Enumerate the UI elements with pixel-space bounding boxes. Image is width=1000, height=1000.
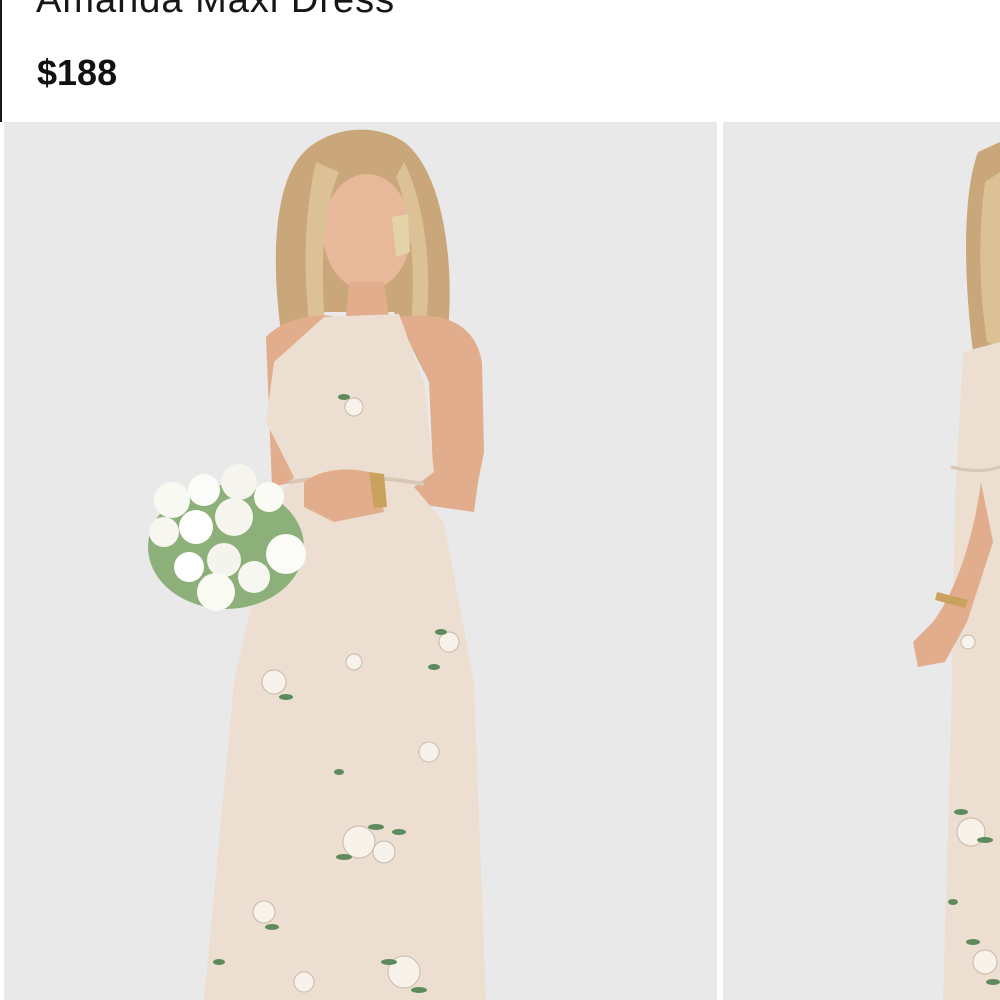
edge-divider (0, 0, 2, 122)
product-price: $188 (37, 52, 118, 93)
product-page: Amanda Maxi Dress $188 (0, 0, 1000, 1000)
product-title: Amanda Maxi Dress (36, 0, 396, 21)
dress-front-illustration (4, 122, 717, 1000)
product-photo-front[interactable] (4, 122, 717, 1000)
dress-side-illustration (723, 122, 1000, 1000)
product-photo-side[interactable] (723, 122, 1000, 1000)
product-image-gallery[interactable] (0, 122, 1000, 1000)
